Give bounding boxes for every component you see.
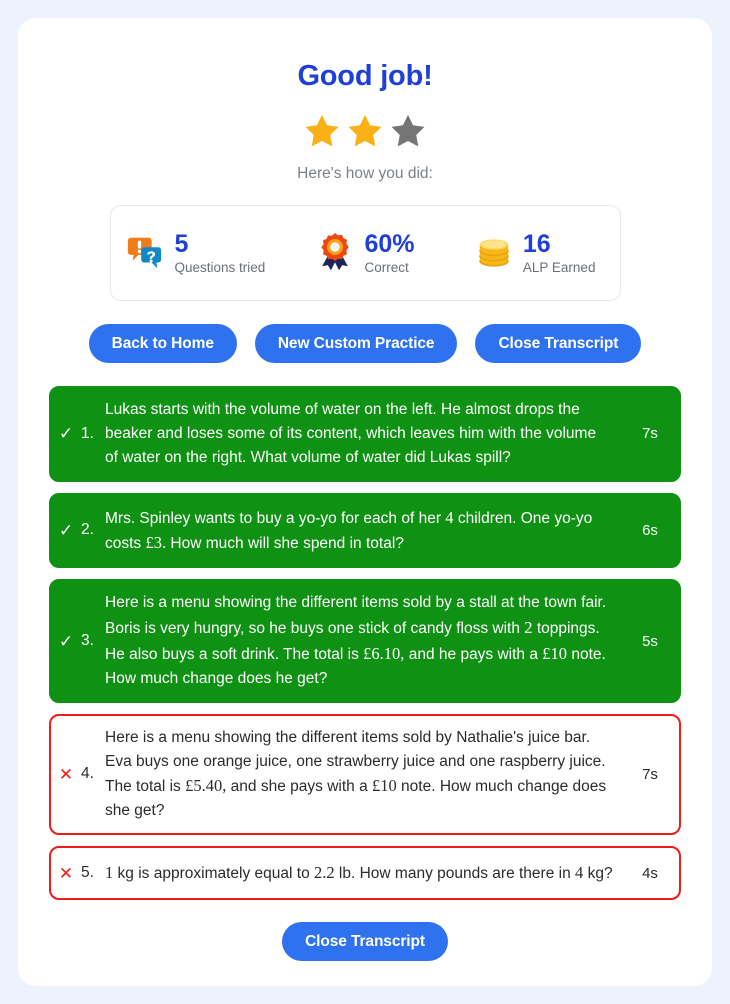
transcript-row[interactable]: ✓ 1. Lukas starts with the volume of water…: [49, 386, 681, 482]
transcript-row[interactable]: ✕ 4. Here is a menu showing the different …: [49, 713, 681, 836]
back-to-home-button[interactable]: Back to Home: [88, 324, 237, 363]
star-3-icon: [391, 114, 425, 147]
stat-correct: 60% Correct: [280, 231, 450, 275]
coin-stack-icon: [474, 231, 514, 275]
transcript-row-question: 1 kg is approximately equal to 2.2 lb. H…: [105, 863, 613, 883]
results-page: Good job! Here's how you did: 5 Question…: [0, 0, 730, 1004]
transcript-row-time: 7s: [642, 425, 658, 443]
results-subtitle: Here's how you did:: [297, 165, 433, 182]
award-rosette-icon: [315, 231, 355, 275]
transcript-row[interactable]: ✕ 5. 1 kg is approximately equal to 2.2 lb…: [49, 846, 681, 901]
correct-check-icon: ✓: [58, 631, 74, 651]
star-1-icon: [305, 114, 339, 147]
incorrect-cross-icon: ✕: [58, 863, 74, 883]
stat-questions-tried: 5 Questions tried: [111, 231, 281, 275]
star-2-icon: [348, 114, 382, 147]
stat-alp-earned: 16 ALP Earned: [450, 231, 620, 275]
close-transcript-button-top[interactable]: Close Transcript: [475, 324, 642, 363]
stat-texts: 60% Correct: [364, 229, 415, 276]
close-transcript-button-bottom[interactable]: Close Transcript: [282, 922, 448, 962]
question-bubbles-icon: [125, 231, 165, 275]
transcript-row-number: 4.: [81, 765, 94, 783]
transcript-row-number: 5.: [81, 864, 94, 882]
stats-summary-card: 5 Questions tried 60% Correct 16 ALP Ear…: [109, 205, 621, 301]
results-card: Good job! Here's how you did: 5 Question…: [18, 18, 712, 986]
transcript-row-question: Lukas starts with the volume of water on…: [105, 401, 597, 466]
transcript-row[interactable]: ✓ 2. Mrs. Spinley wants to buy a yo-yo for…: [49, 492, 681, 569]
stat-label: Questions tried: [174, 260, 266, 276]
transcript-row-time: 5s: [642, 632, 658, 650]
transcript-row-question: Here is a menu showing the different ite…: [105, 594, 607, 687]
stat-value: 60%: [364, 229, 415, 258]
transcript-row[interactable]: ✓ 3. Here is a menu showing the different …: [49, 579, 681, 703]
footer: Close Transcript: [18, 922, 712, 962]
page-title: Good job!: [297, 60, 433, 92]
stat-value: 16: [522, 229, 551, 258]
incorrect-cross-icon: ✕: [58, 764, 74, 784]
correct-check-icon: ✓: [58, 520, 74, 540]
transcript-row-time: 6s: [642, 521, 658, 539]
transcript-list: ✓ 1. Lukas starts with the volume of water…: [49, 386, 681, 901]
stat-texts: 5 Questions tried: [174, 229, 266, 276]
correct-check-icon: ✓: [58, 424, 74, 444]
action-buttons: Back to Home New Custom Practice Close T…: [18, 324, 712, 363]
transcript-row-number: 3.: [81, 632, 94, 650]
new-custom-practice-button[interactable]: New Custom Practice: [254, 324, 458, 363]
transcript-row-number: 1.: [81, 424, 94, 442]
stat-label: ALP Earned: [522, 260, 596, 276]
transcript-row-number: 2.: [81, 521, 94, 539]
stat-texts: 16 ALP Earned: [522, 229, 596, 276]
transcript-row-time: 7s: [642, 765, 658, 783]
transcript-row-time: 4s: [642, 864, 658, 882]
star-rating: [18, 109, 712, 153]
stat-value: 5: [174, 229, 189, 258]
transcript-row-question: Mrs. Spinley wants to buy a yo-yo for ea…: [105, 507, 593, 553]
transcript-row-question: Here is a menu showing the different ite…: [105, 728, 607, 820]
stat-label: Correct: [364, 260, 409, 276]
